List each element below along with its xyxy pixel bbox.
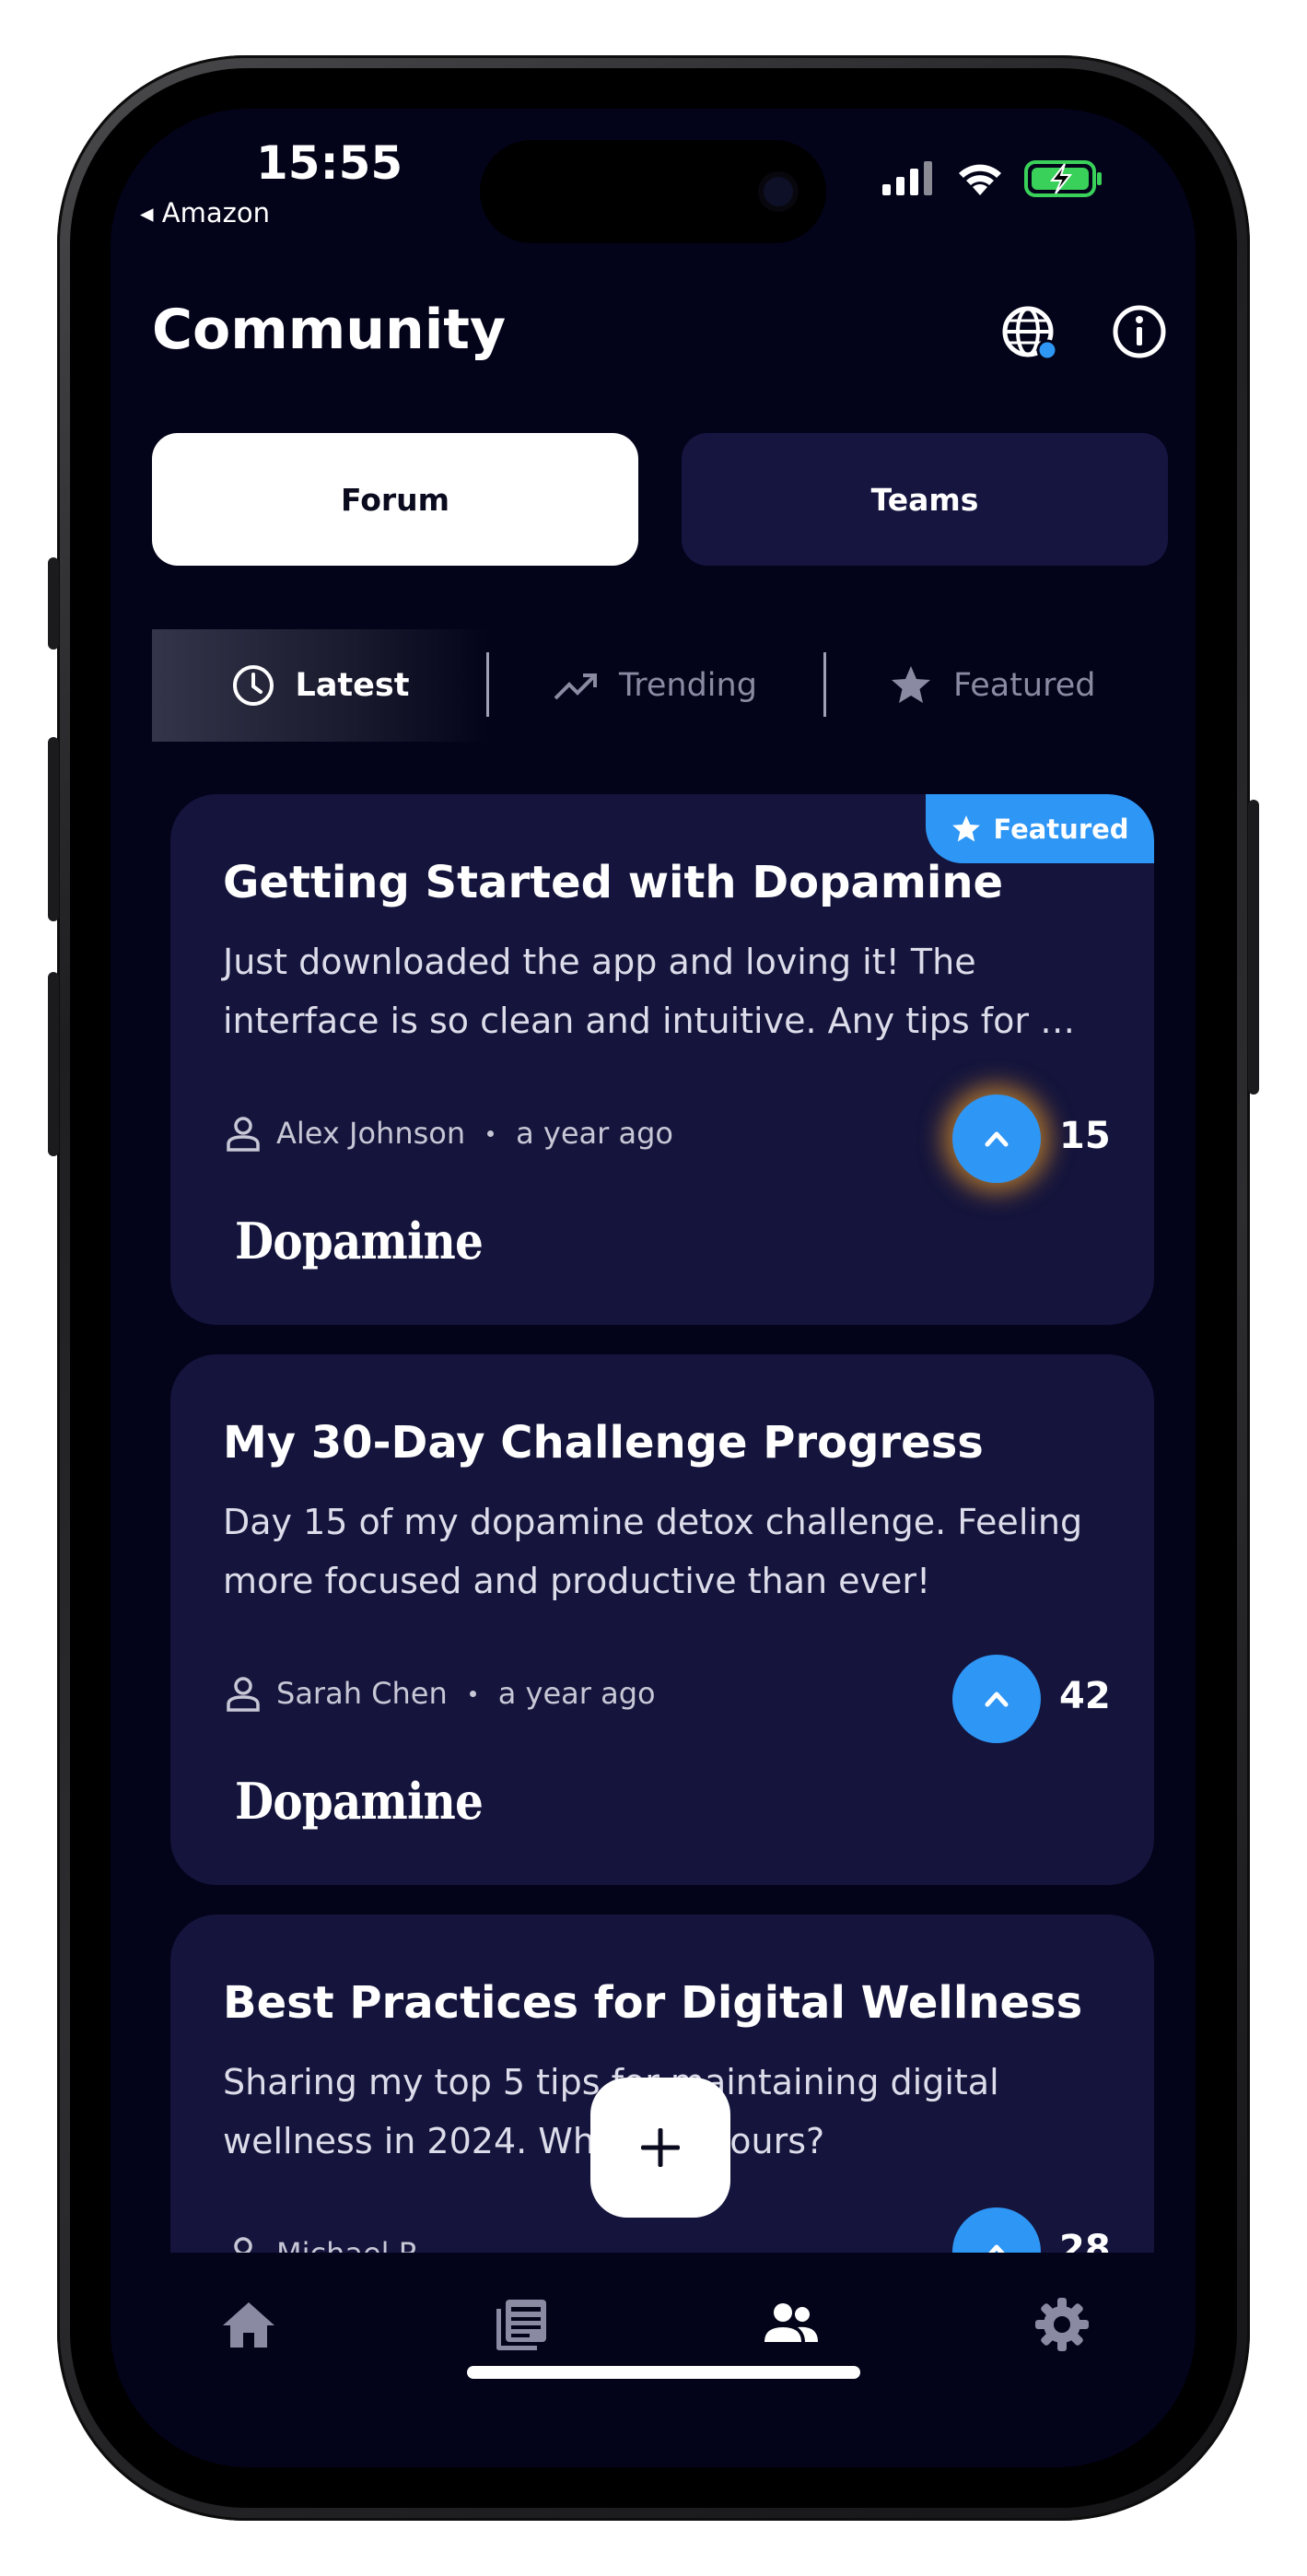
post-title: My 30-Day Challenge Progress bbox=[223, 1417, 984, 1469]
bottom-tab-bar bbox=[111, 2253, 1196, 2467]
post-body: Day 15 of my dopamine detox challenge. F… bbox=[223, 1502, 1083, 1601]
post-meta: Alex Johnson a year ago bbox=[223, 1113, 673, 1153]
plus-icon bbox=[641, 2128, 680, 2167]
featured-badge: Featured bbox=[926, 794, 1154, 863]
post-author: Sarah Chen bbox=[276, 1676, 448, 1711]
meta-separator bbox=[487, 1130, 495, 1137]
filter-latest[interactable]: Latest bbox=[152, 629, 488, 742]
power-button bbox=[1248, 800, 1259, 1095]
filter-divider bbox=[486, 652, 489, 717]
upvote-button[interactable] bbox=[952, 1095, 1041, 1183]
meta-separator bbox=[469, 1690, 476, 1697]
community-icon bbox=[764, 2303, 818, 2342]
tab-news[interactable] bbox=[491, 2294, 552, 2355]
settings-icon bbox=[1035, 2298, 1089, 2351]
post-card[interactable]: Featured Getting Started with Dopamine J… bbox=[170, 794, 1154, 1325]
post-title: Best Practices for Digital Wellness bbox=[223, 1977, 1083, 2029]
teams-segment-label: Teams bbox=[870, 481, 979, 518]
filter-featured-label: Featured bbox=[953, 667, 1096, 704]
forum-segment[interactable]: Forum bbox=[152, 433, 638, 566]
tab-community[interactable] bbox=[761, 2294, 822, 2355]
volume-down-button bbox=[48, 972, 59, 1156]
page-title: Community bbox=[152, 298, 507, 362]
signal-icon bbox=[882, 161, 932, 195]
trending-up-icon bbox=[554, 673, 597, 700]
user-icon bbox=[227, 1117, 260, 1152]
post-meta: Sarah Chen a year ago bbox=[223, 1673, 656, 1714]
tab-settings[interactable] bbox=[1032, 2294, 1092, 2355]
post-title: Getting Started with Dopamine bbox=[223, 857, 1004, 908]
post-time: a year ago bbox=[497, 1676, 656, 1711]
wifi-icon bbox=[959, 164, 1001, 195]
status-icons bbox=[881, 158, 1103, 199]
star-icon bbox=[892, 666, 930, 703]
filter-featured[interactable]: Featured bbox=[889, 629, 1095, 742]
forum-segment-label: Forum bbox=[340, 481, 450, 518]
post-body: Just downloaded the app and loving it! T… bbox=[223, 942, 1076, 1041]
teams-segment[interactable]: Teams bbox=[682, 433, 1168, 566]
filter-trending-label: Trending bbox=[619, 667, 757, 704]
clock-icon bbox=[232, 665, 274, 706]
filter-latest-label: Latest bbox=[295, 667, 410, 704]
mute-switch bbox=[48, 557, 59, 650]
vote-count: 15 bbox=[1059, 1115, 1111, 1157]
featured-badge-label: Featured bbox=[993, 813, 1129, 845]
star-icon bbox=[952, 814, 981, 841]
post-author: Alex Johnson bbox=[276, 1116, 466, 1151]
vote-count: 42 bbox=[1059, 1675, 1111, 1717]
brand-logo: Dopamine bbox=[235, 1212, 484, 1270]
app-screen: 15:55 ◂ Amazon Community Forum Teams Lat… bbox=[111, 109, 1196, 2467]
status-time: 15:55 bbox=[256, 136, 403, 190]
news-icon bbox=[496, 2300, 546, 2350]
filter-trending[interactable]: Trending bbox=[553, 629, 757, 742]
home-indicator[interactable] bbox=[467, 2366, 860, 2379]
language-globe-icon[interactable] bbox=[1000, 304, 1059, 363]
post-time: a year ago bbox=[516, 1116, 673, 1151]
home-icon bbox=[223, 2302, 274, 2348]
battery-charging-icon bbox=[1024, 160, 1102, 197]
chevron-up-icon bbox=[985, 1131, 1009, 1147]
tab-home[interactable] bbox=[218, 2294, 279, 2355]
info-icon[interactable] bbox=[1110, 302, 1169, 361]
new-post-button[interactable] bbox=[590, 2078, 730, 2218]
filter-tabs: Latest Trending Featured bbox=[152, 629, 1156, 742]
upvote-button[interactable] bbox=[952, 1655, 1041, 1743]
brand-logo: Dopamine bbox=[235, 1772, 484, 1831]
user-icon bbox=[227, 1677, 260, 1712]
back-to-app-link[interactable]: ◂ Amazon bbox=[140, 197, 270, 228]
chevron-up-icon bbox=[985, 1692, 1009, 1707]
dynamic-island bbox=[480, 140, 826, 243]
post-card[interactable]: My 30-Day Challenge Progress Day 15 of m… bbox=[170, 1354, 1154, 1885]
filter-divider bbox=[823, 652, 826, 717]
volume-up-button bbox=[48, 737, 59, 921]
